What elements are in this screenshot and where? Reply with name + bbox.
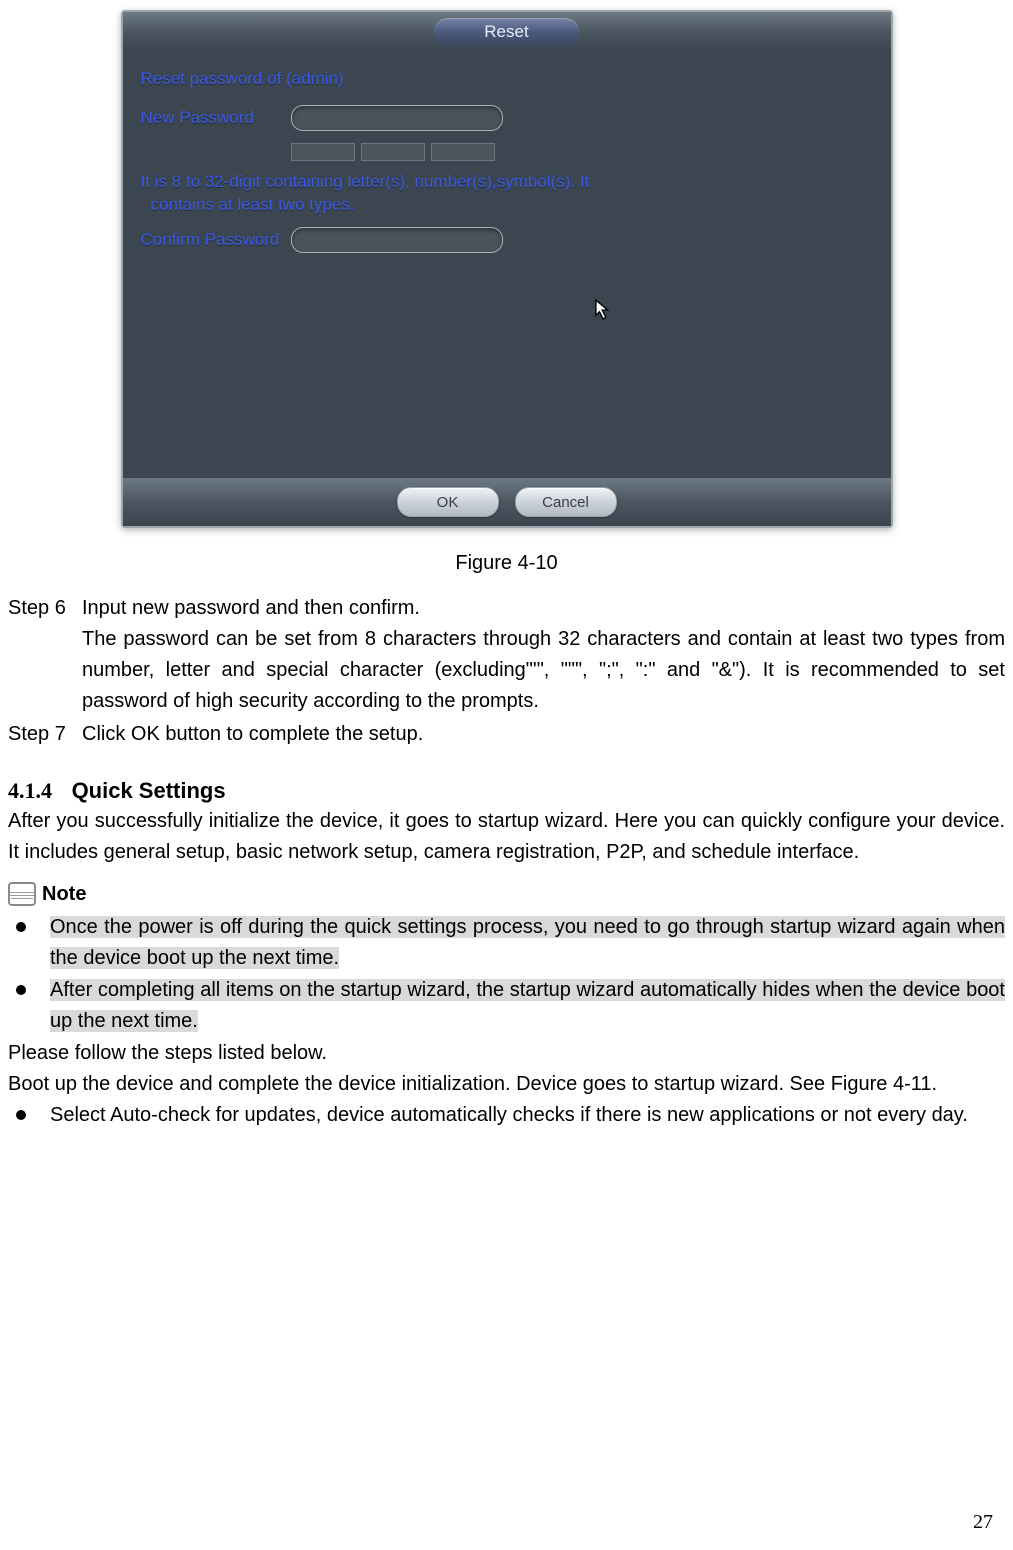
- note-bullet-2: After completing all items on the startu…: [8, 975, 1005, 1037]
- cursor-icon: [595, 299, 613, 321]
- hint-line-1: It is 8 to 32-digit containing letter(s)…: [141, 172, 590, 191]
- step-6-line-1: Input new password and then confirm.: [82, 593, 1005, 624]
- figure-caption: Figure 4-10: [8, 552, 1005, 575]
- confirm-password-input[interactable]: [291, 227, 503, 253]
- step-6: Step 6 Input new password and then confi…: [8, 593, 1005, 717]
- dialog-heading: Reset password of (admin): [141, 68, 873, 91]
- password-hint: It is 8 to 32-digit containing letter(s)…: [141, 171, 873, 217]
- note-icon: [8, 882, 36, 906]
- note-label: Note: [42, 883, 86, 906]
- strength-box-2: [361, 143, 425, 161]
- step-6-line-2: The password can be set from 8 character…: [82, 624, 1005, 717]
- hint-line-2: contains at least two types.: [141, 194, 873, 217]
- followup-bullets: Select Auto-check for updates, device au…: [8, 1100, 1005, 1131]
- step-6-label: Step 6: [8, 593, 82, 717]
- page-number: 27: [973, 1511, 993, 1534]
- dialog-titlebar: Reset: [123, 12, 891, 52]
- section-number: 4.1.4: [8, 778, 52, 803]
- ok-button[interactable]: OK: [397, 487, 499, 517]
- new-password-input[interactable]: [291, 105, 503, 131]
- page: Reset Reset password of (admin) New Pass…: [0, 0, 1013, 1550]
- dialog-figure: Reset Reset password of (admin) New Pass…: [8, 10, 1005, 528]
- followup-bullet: Select Auto-check for updates, device au…: [8, 1100, 1005, 1131]
- section-intro: After you successfully initialize the de…: [8, 806, 1005, 868]
- new-password-row: New Password: [141, 105, 873, 131]
- strength-box-1: [291, 143, 355, 161]
- new-password-label: New Password: [141, 108, 291, 128]
- dialog-body: Reset password of (admin) New Password I…: [123, 52, 891, 478]
- step-7-label: Step 7: [8, 719, 82, 750]
- followup-line-2: Boot up the device and complete the devi…: [8, 1069, 1005, 1100]
- note-bullet-1-text: Once the power is off during the quick s…: [50, 916, 1005, 969]
- section-title: Quick Settings: [72, 778, 226, 803]
- note-bullets: Once the power is off during the quick s…: [8, 912, 1005, 1037]
- step-6-text: Input new password and then confirm. The…: [82, 593, 1005, 717]
- note-bullet-1: Once the power is off during the quick s…: [8, 912, 1005, 974]
- dialog-footer: OK Cancel: [123, 478, 891, 526]
- step-7-text: Click OK button to complete the setup.: [82, 719, 1005, 750]
- password-strength-meter: [291, 143, 873, 161]
- note-row: Note: [8, 882, 1005, 906]
- confirm-password-label: Confirm Password: [141, 230, 291, 250]
- step-7: Step 7 Click OK button to complete the s…: [8, 719, 1005, 750]
- dialog-title: Reset: [434, 18, 578, 46]
- cancel-button[interactable]: Cancel: [515, 487, 617, 517]
- followup-line-1: Please follow the steps listed below.: [8, 1038, 1005, 1069]
- reset-dialog: Reset Reset password of (admin) New Pass…: [121, 10, 893, 528]
- confirm-password-row: Confirm Password: [141, 227, 873, 253]
- note-bullet-2-text: After completing all items on the startu…: [50, 979, 1005, 1032]
- section-heading: 4.1.4 Quick Settings: [8, 778, 1005, 804]
- strength-box-3: [431, 143, 495, 161]
